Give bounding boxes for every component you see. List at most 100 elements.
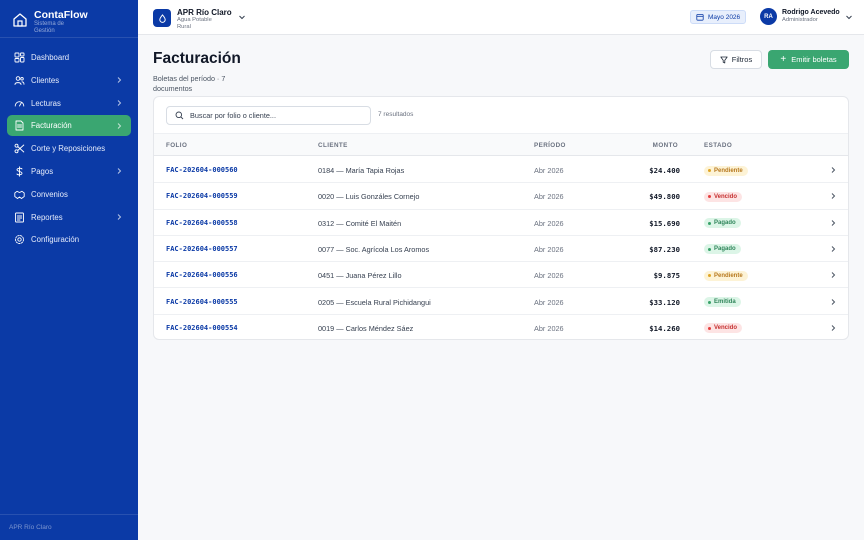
chevron-right-icon[interactable] xyxy=(829,298,837,306)
chevron-right-icon xyxy=(117,100,122,106)
invoice-amount: $9.875 xyxy=(653,271,680,281)
period-selector[interactable]: Mayo 2026 xyxy=(690,10,747,24)
sidebar: ContaFlow Sistema de Gestión Dashboard Cl… xyxy=(0,0,138,540)
sidebar-footer: APR Río Claro xyxy=(0,514,138,540)
org-switcher[interactable]: APR Río Claro Agua Potable Rural xyxy=(153,8,246,30)
col-client[interactable]: CLIENTE xyxy=(318,142,348,149)
emit-invoices-label: Emitir boletas xyxy=(791,55,837,64)
invoices-card: 7 resultados FOLIO CLIENTE PERÍODO MONTO… xyxy=(153,96,849,340)
period-label: Mayo 2026 xyxy=(708,13,741,21)
brand-name: ContaFlow xyxy=(34,9,88,21)
chevron-right-icon[interactable] xyxy=(829,219,837,227)
calendar-icon xyxy=(696,14,704,21)
dashboard-icon xyxy=(14,52,25,63)
table-header: FOLIO CLIENTE PERÍODO MONTO ESTADO xyxy=(154,133,848,156)
water-drop-icon xyxy=(158,13,166,23)
sidebar-item-corte-y-reposiciones[interactable]: Corte y Reposiciones xyxy=(7,138,131,159)
user-menu[interactable]: RA Rodrigo Acevedo Administrador xyxy=(760,8,853,25)
status-label: Pendiente xyxy=(714,272,743,279)
invoice-amount: $33.120 xyxy=(649,297,680,307)
gear-icon xyxy=(15,235,24,245)
table-row[interactable]: FAC-202604-000558 0312 — Comité El Maitén… xyxy=(154,210,848,236)
filter-button[interactable]: Filtros xyxy=(710,50,762,69)
chevron-right-icon[interactable] xyxy=(829,324,837,332)
chevron-right-icon xyxy=(117,123,122,129)
filter-button-label: Filtros xyxy=(731,55,753,64)
status-dot xyxy=(708,300,711,304)
users-icon xyxy=(14,76,25,85)
invoice-folio-link[interactable]: FAC-202604-000558 xyxy=(166,219,238,227)
table-row[interactable]: FAC-202604-000557 0077 — Soc. Agrícola Lo… xyxy=(154,236,848,263)
invoice-folio-link[interactable]: FAC-202604-000560 xyxy=(166,166,238,174)
chevron-right-icon xyxy=(117,77,122,84)
invoice-folio-link[interactable]: FAC-202604-000557 xyxy=(166,245,238,253)
table-row[interactable]: FAC-202604-000554 0019 — Carlos Méndez Sá… xyxy=(154,315,848,341)
emit-invoices-button[interactable]: + Emitir boletas xyxy=(768,50,849,69)
chevron-right-icon[interactable] xyxy=(829,245,837,253)
table-row[interactable]: FAC-202604-000555 0205 — Escuela Rural Pi… xyxy=(154,289,848,315)
search-input[interactable] xyxy=(190,111,360,120)
status-dot xyxy=(708,169,711,172)
table-row[interactable]: FAC-202604-000556 0451 — Juana Pérez Lill… xyxy=(154,262,848,289)
sidebar-item-reportes[interactable]: Reportes xyxy=(7,207,131,228)
col-amount[interactable]: MONTO xyxy=(653,142,678,149)
chevron-right-icon[interactable] xyxy=(829,166,837,174)
table-row[interactable]: FAC-202604-000559 0020 — Luis Gonzáles Co… xyxy=(154,183,848,210)
user-name: Rodrigo Acevedo xyxy=(782,9,840,16)
gauge-icon xyxy=(14,100,25,107)
sidebar-item-pagos[interactable]: Pagos xyxy=(7,161,131,182)
invoice-folio-link[interactable]: FAC-202604-000556 xyxy=(166,271,238,279)
col-status[interactable]: ESTADO xyxy=(704,142,732,149)
invoice-client: 0205 — Escuela Rural Pichidangui xyxy=(318,297,431,307)
sidebar-item-label: Clientes xyxy=(31,75,60,85)
sidebar-item-label: Pagos xyxy=(31,166,54,176)
status-dot xyxy=(708,247,711,251)
user-role: Administrador xyxy=(782,17,818,23)
status-label: Pagado xyxy=(714,220,736,227)
brand-subtitle: Sistema de Gestión xyxy=(34,21,65,34)
org-logo xyxy=(153,9,171,27)
invoice-amount: $24.400 xyxy=(649,166,680,175)
invoice-client: 0077 — Soc. Agrícola Los Aromos xyxy=(318,244,430,254)
sidebar-item-convenios[interactable]: Convenios xyxy=(7,184,131,205)
col-period[interactable]: PERÍODO xyxy=(534,142,566,149)
topbar: APR Río Claro Agua Potable Rural Mayo 20… xyxy=(138,0,864,35)
org-name: APR Río Claro xyxy=(177,8,232,17)
col-folio[interactable]: FOLIO xyxy=(166,142,187,149)
page-title: Facturación xyxy=(153,50,241,67)
table-row[interactable]: FAC-202604-000560 0184 — María Tapia Roja… xyxy=(154,157,848,184)
plus-icon: + xyxy=(780,53,787,65)
invoice-folio-link[interactable]: FAC-202604-000559 xyxy=(166,192,238,200)
invoice-folio-link[interactable]: FAC-202604-000555 xyxy=(166,298,238,306)
invoice-period: Abr 2026 xyxy=(534,271,564,281)
invoice-folio-link[interactable]: FAC-202604-000554 xyxy=(166,324,238,332)
status-badge: Pagado xyxy=(704,244,741,255)
sidebar-item-lecturas[interactable]: Lecturas xyxy=(7,93,131,114)
invoice-amount: $15.690 xyxy=(649,218,680,228)
home-icon xyxy=(13,13,27,27)
sidebar-item-dashboard[interactable]: Dashboard xyxy=(7,47,131,68)
filter-icon xyxy=(720,56,728,63)
search-box[interactable] xyxy=(166,106,371,125)
sidebar-item-label: Lecturas xyxy=(31,98,61,108)
chevron-right-icon[interactable] xyxy=(829,192,837,200)
chevron-right-icon[interactable] xyxy=(829,271,837,279)
sidebar-item-label: Corte y Reposiciones xyxy=(31,144,106,154)
status-badge: Vencido xyxy=(704,191,743,202)
status-badge: Emitida xyxy=(704,297,741,307)
sidebar-item-configuracion[interactable]: Configuración xyxy=(7,229,131,250)
invoice-period: Abr 2026 xyxy=(534,323,564,333)
page-subtitle: Boletas del período · 7 documentos xyxy=(153,74,226,93)
sidebar-item-label: Dashboard xyxy=(31,53,70,62)
chevron-right-icon xyxy=(117,168,122,175)
org-subtitle: Agua Potable Rural xyxy=(177,17,212,30)
brand[interactable]: ContaFlow Sistema de Gestión xyxy=(0,0,138,38)
invoice-period: Abr 2026 xyxy=(534,297,564,307)
search-icon xyxy=(175,111,184,120)
invoice-period: Abr 2026 xyxy=(534,244,564,254)
status-badge: Pagado xyxy=(704,218,741,229)
status-dot xyxy=(708,221,711,225)
sidebar-item-facturacion[interactable]: Facturación xyxy=(7,115,131,137)
handshake-icon xyxy=(14,190,25,199)
sidebar-item-clientes[interactable]: Clientes xyxy=(7,70,131,91)
